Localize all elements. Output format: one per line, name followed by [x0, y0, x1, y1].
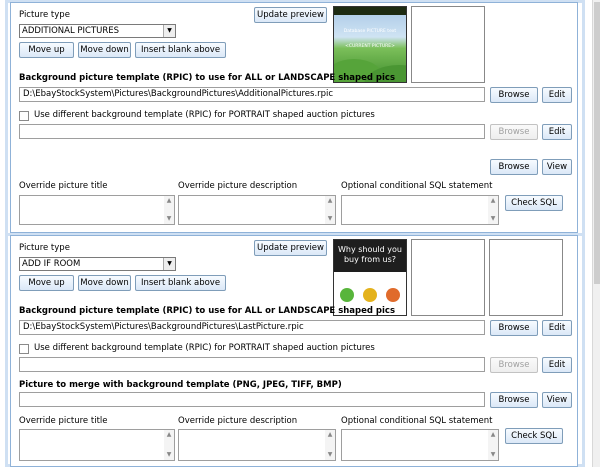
check-sql-button[interactable]: Check SQL	[505, 428, 563, 444]
portrait-path-field[interactable]	[19, 357, 485, 372]
arrow-down-icon[interactable]: ▼	[488, 450, 498, 460]
section-2-panel: Picture type ADD IF ROOM ▼ Update previe…	[10, 235, 578, 467]
portrait-browse-button[interactable]: Browse	[490, 357, 538, 373]
arrow-up-icon[interactable]: ▲	[488, 430, 498, 440]
override-description-label: Override picture description	[178, 416, 298, 426]
portrait-checkbox[interactable]	[19, 111, 29, 121]
portrait-checkbox[interactable]	[19, 344, 29, 354]
rpic-path-field[interactable]: D:\EbayStockSystem\Pictures\BackgroundPi…	[19, 87, 485, 102]
picture-type-select[interactable]: ADDITIONAL PICTURES ▼	[19, 24, 176, 38]
arrow-down-icon[interactable]: ▼	[164, 214, 174, 224]
portrait-edit-button[interactable]: Edit	[542, 357, 572, 373]
override-description-textarea[interactable]: ▲ ▼	[178, 429, 336, 461]
override-title-label: Override picture title	[19, 181, 108, 191]
move-up-button[interactable]: Move up	[19, 275, 74, 291]
thumbnail-subtitle: <CURRENT PICTURE>	[345, 44, 395, 49]
arrow-up-icon[interactable]: ▲	[164, 196, 174, 206]
sql-textarea[interactable]: ▲ ▼	[341, 195, 499, 225]
thumbnail-header-bar	[334, 7, 406, 15]
arrow-up-icon[interactable]: ▲	[488, 196, 498, 206]
chevron-down-icon[interactable]: ▼	[163, 258, 175, 270]
merge-picture-label: Picture to merge with background templat…	[19, 380, 342, 390]
override-title-textarea[interactable]: ▲ ▼	[19, 195, 175, 225]
rpic-edit-button[interactable]: Edit	[542, 320, 572, 336]
arrow-down-icon[interactable]: ▼	[164, 450, 174, 460]
move-down-button[interactable]: Move down	[78, 42, 131, 58]
portrait-checkbox-label: Use different background template (RPIC)…	[34, 110, 375, 120]
update-preview-button[interactable]: Update preview	[254, 240, 327, 256]
arrow-down-icon[interactable]: ▼	[488, 214, 498, 224]
rpic-label: Background picture template (RPIC) to us…	[19, 73, 396, 83]
picture-type-value: ADD IF ROOM	[22, 259, 81, 269]
sql-label: Optional conditional SQL statement	[341, 416, 493, 426]
rpic-path-field[interactable]: D:\EbayStockSystem\Pictures\BackgroundPi…	[19, 320, 485, 335]
check-sql-button[interactable]: Check SQL	[505, 195, 563, 211]
insert-blank-above-button[interactable]: Insert blank above	[135, 275, 226, 291]
section-1-panel: Picture type ADDITIONAL PICTURES ▼ Updat…	[10, 2, 578, 233]
merge-view-button[interactable]: View	[542, 159, 572, 175]
rpic-browse-button[interactable]: Browse	[490, 320, 538, 336]
rpic-label: Background picture template (RPIC) to us…	[19, 306, 396, 316]
preview-thumbnail-empty[interactable]	[411, 239, 485, 316]
preview-thumbnail-landscape[interactable]: Database PICTURE text <CURRENT PICTURE>	[333, 6, 407, 83]
preview-thumbnail-empty[interactable]	[411, 6, 485, 83]
chevron-down-icon[interactable]: ▼	[163, 25, 175, 37]
merge-view-button[interactable]: View	[542, 392, 572, 408]
arrow-down-icon[interactable]: ▼	[325, 214, 335, 224]
preview-thumbnail-empty[interactable]	[489, 239, 563, 316]
merge-browse-button[interactable]: Browse	[490, 392, 538, 408]
picture-type-label: Picture type	[19, 10, 70, 20]
insert-blank-above-button[interactable]: Insert blank above	[135, 42, 226, 58]
merge-path-field[interactable]	[19, 392, 485, 407]
override-description-textarea[interactable]: ▲ ▼	[178, 195, 336, 225]
update-preview-button[interactable]: Update preview	[254, 7, 327, 23]
move-up-button[interactable]: Move up	[19, 42, 74, 58]
sql-label: Optional conditional SQL statement	[341, 181, 493, 191]
portrait-checkbox-label: Use different background template (RPIC)…	[34, 343, 375, 353]
sql-textarea[interactable]: ▲ ▼	[341, 429, 499, 461]
people-icon	[386, 288, 400, 302]
override-description-label: Override picture description	[178, 181, 298, 191]
scrollbar-thumb[interactable]	[594, 2, 600, 284]
merge-browse-button[interactable]: Browse	[490, 159, 538, 175]
rpic-browse-button[interactable]: Browse	[490, 87, 538, 103]
arrow-up-icon[interactable]: ▲	[325, 430, 335, 440]
thumbnail-title: Database PICTURE text	[343, 29, 397, 34]
override-title-label: Override picture title	[19, 416, 108, 426]
truck-icon	[363, 288, 377, 302]
move-down-button[interactable]: Move down	[78, 275, 131, 291]
arrow-up-icon[interactable]: ▲	[325, 196, 335, 206]
arrow-up-icon[interactable]: ▲	[164, 430, 174, 440]
plus-icon	[340, 288, 354, 302]
portrait-browse-button[interactable]: Browse	[490, 124, 538, 140]
picture-type-value: ADDITIONAL PICTURES	[22, 26, 120, 36]
override-title-textarea[interactable]: ▲ ▼	[19, 429, 175, 461]
thumbnail-title: Why should you buy from us?	[334, 240, 406, 272]
picture-type-select[interactable]: ADD IF ROOM ▼	[19, 257, 176, 271]
picture-type-label: Picture type	[19, 243, 70, 253]
portrait-path-field[interactable]	[19, 124, 485, 139]
portrait-edit-button[interactable]: Edit	[542, 124, 572, 140]
arrow-down-icon[interactable]: ▼	[325, 450, 335, 460]
page-scrollbar[interactable]	[592, 0, 600, 467]
preview-thumbnail-why-buy[interactable]: Why should you buy from us?	[333, 239, 407, 316]
rpic-edit-button[interactable]: Edit	[542, 87, 572, 103]
